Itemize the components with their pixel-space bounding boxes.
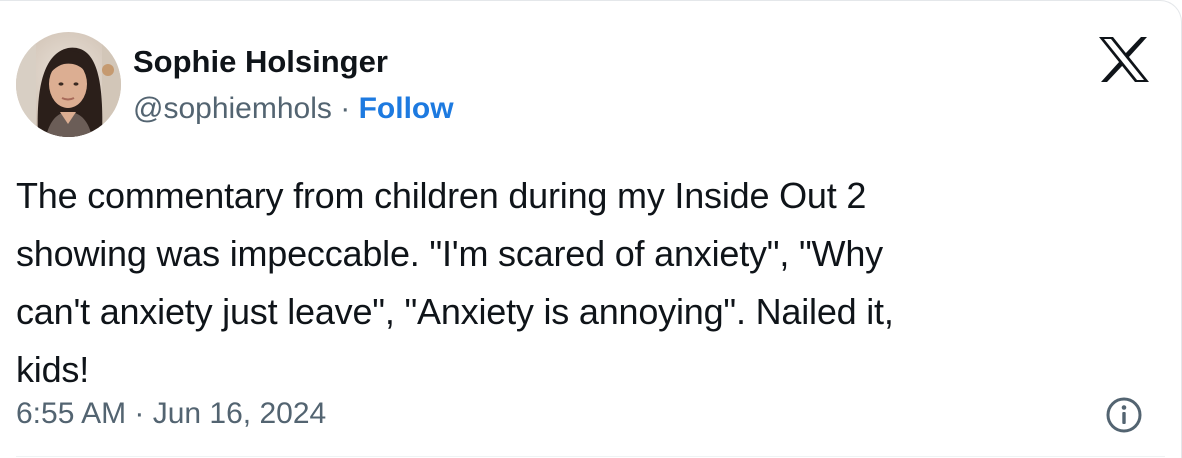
info-icon[interactable] [1104,395,1144,435]
handle-row: @sophiemhols · Follow [133,91,454,127]
author-name[interactable]: Sophie Holsinger [133,44,388,80]
handle-separator: · [340,92,351,125]
avatar[interactable] [16,32,121,137]
tweet-text: The commentary from children during my I… [16,175,894,390]
x-logo-icon[interactable] [1098,36,1150,83]
follow-button[interactable]: Follow [359,92,454,125]
bottom-divider [16,456,1165,457]
tweet-card: Sophie Holsinger @sophiemhols · Follow T… [0,0,1182,458]
author-handle[interactable]: @sophiemhols [133,92,332,125]
tweet-timestamp[interactable]: 6:55 AM · Jun 16, 2024 [16,394,326,434]
